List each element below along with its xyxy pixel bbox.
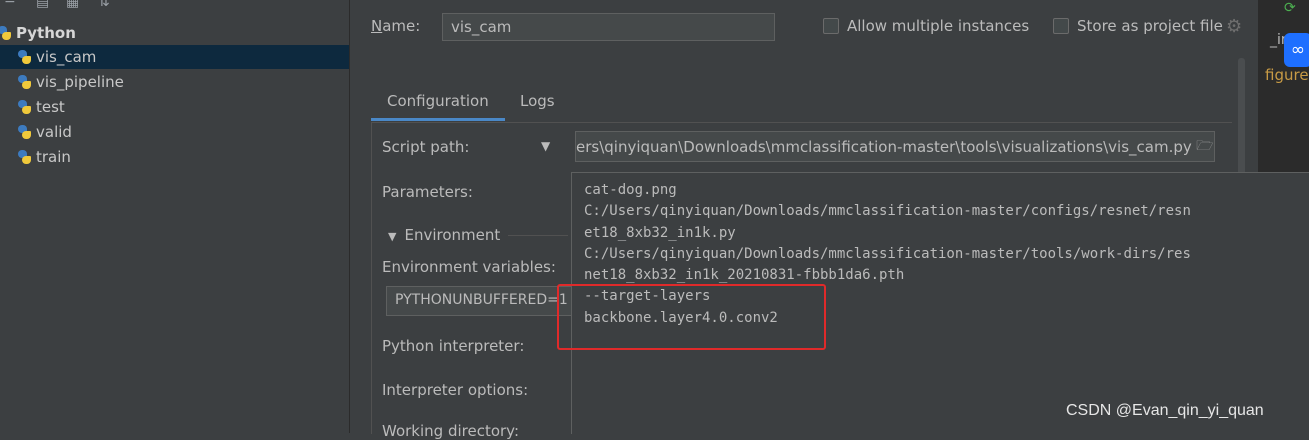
environment-label: Environment bbox=[404, 226, 501, 244]
allow-multiple-label: Allow multiple instances bbox=[847, 17, 1030, 35]
env-vars-label: Environment variables: bbox=[382, 258, 556, 276]
section-divider bbox=[508, 235, 568, 236]
python-icon bbox=[16, 49, 32, 65]
copy-icon[interactable]: ▤ bbox=[36, 0, 49, 10]
name-label: Name: bbox=[371, 17, 421, 35]
tree-item-label: vis_pipeline bbox=[36, 73, 124, 91]
parameters-label: Parameters: bbox=[382, 183, 473, 201]
partial-link-text: figure bbox=[1265, 66, 1309, 84]
python-icon bbox=[16, 99, 32, 115]
python-icon bbox=[16, 74, 32, 90]
store-project-checkbox[interactable] bbox=[1053, 18, 1069, 34]
scrollbar[interactable] bbox=[1238, 58, 1245, 178]
environment-section-toggle[interactable]: ▼ Environment bbox=[388, 226, 500, 244]
env-vars-field[interactable]: PYTHONUNBUFFERED=1 bbox=[386, 286, 576, 316]
watermark: CSDN @Evan_qin_yi_quan bbox=[1066, 402, 1264, 419]
python-icon bbox=[0, 25, 12, 41]
param-line: et18_8xb32_in1k.py bbox=[584, 225, 736, 241]
panel-divider[interactable] bbox=[349, 0, 350, 433]
tree-item-label: valid bbox=[36, 123, 72, 141]
tree-item-valid[interactable]: valid bbox=[0, 120, 349, 144]
refresh-icon[interactable]: ⟳ bbox=[1284, 0, 1296, 16]
tree-root-label: Python bbox=[16, 24, 76, 42]
folder-add-icon[interactable]: ▦ bbox=[66, 0, 79, 10]
param-line: C:/Users/qinyiquan/Downloads/mmclassific… bbox=[584, 246, 1191, 262]
sort-icon[interactable]: ⇅ bbox=[98, 0, 110, 10]
param-line: C:/Users/qinyiquan/Downloads/mmclassific… bbox=[584, 203, 1191, 219]
triangle-down-icon: ▼ bbox=[388, 230, 397, 243]
script-path-value: ers\qinyiquan\Downloads\mmclassification… bbox=[576, 137, 1192, 156]
link-icon[interactable]: ∞ bbox=[1284, 33, 1309, 67]
python-icon bbox=[16, 149, 32, 165]
python-interpreter-label: Python interpreter: bbox=[382, 337, 525, 355]
background-window-strip: ⟳ _in ∞ figure bbox=[1258, 0, 1309, 172]
tree-item-label: vis_cam bbox=[36, 48, 97, 66]
tree-root-python[interactable]: Python bbox=[0, 21, 76, 45]
tree-item-test[interactable]: test bbox=[0, 95, 349, 119]
minus-icon[interactable]: − bbox=[4, 0, 16, 10]
red-highlight-annotation bbox=[557, 284, 826, 350]
allow-multiple-checkbox[interactable] bbox=[823, 18, 839, 34]
tree-item-label: train bbox=[36, 148, 71, 166]
working-directory-label: Working directory: bbox=[382, 422, 520, 440]
folder-icon[interactable]: 🗁 bbox=[1196, 135, 1214, 159]
tree-toolbar: − ▤ ▦ ⇅ bbox=[0, 0, 349, 16]
tree-item-label: test bbox=[36, 98, 65, 116]
name-input[interactable] bbox=[442, 13, 775, 41]
tab-configuration[interactable]: Configuration bbox=[371, 88, 505, 121]
chevron-down-icon[interactable]: ▼ bbox=[541, 139, 550, 153]
script-path-label: Script path: bbox=[382, 138, 470, 156]
interpreter-options-label: Interpreter options: bbox=[382, 381, 529, 399]
gear-icon[interactable]: ⚙ bbox=[1226, 16, 1242, 37]
tree-item-train[interactable]: train bbox=[0, 145, 349, 169]
python-icon bbox=[16, 124, 32, 140]
store-project-label: Store as project file bbox=[1077, 17, 1223, 35]
param-line: cat-dog.png bbox=[584, 182, 677, 198]
script-path-field[interactable]: ers\qinyiquan\Downloads\mmclassification… bbox=[575, 131, 1215, 162]
param-line: net18_8xb32_in1k_20210831-fbbb1da6.pth bbox=[584, 267, 905, 283]
tab-logs[interactable]: Logs bbox=[504, 88, 571, 121]
tree-item-vis-cam[interactable]: vis_cam bbox=[0, 45, 349, 69]
tree-item-vis-pipeline[interactable]: vis_pipeline bbox=[0, 70, 349, 94]
run-config-tree-panel: − ▤ ▦ ⇅ Python vis_cam vis_pipeline test… bbox=[0, 0, 349, 433]
